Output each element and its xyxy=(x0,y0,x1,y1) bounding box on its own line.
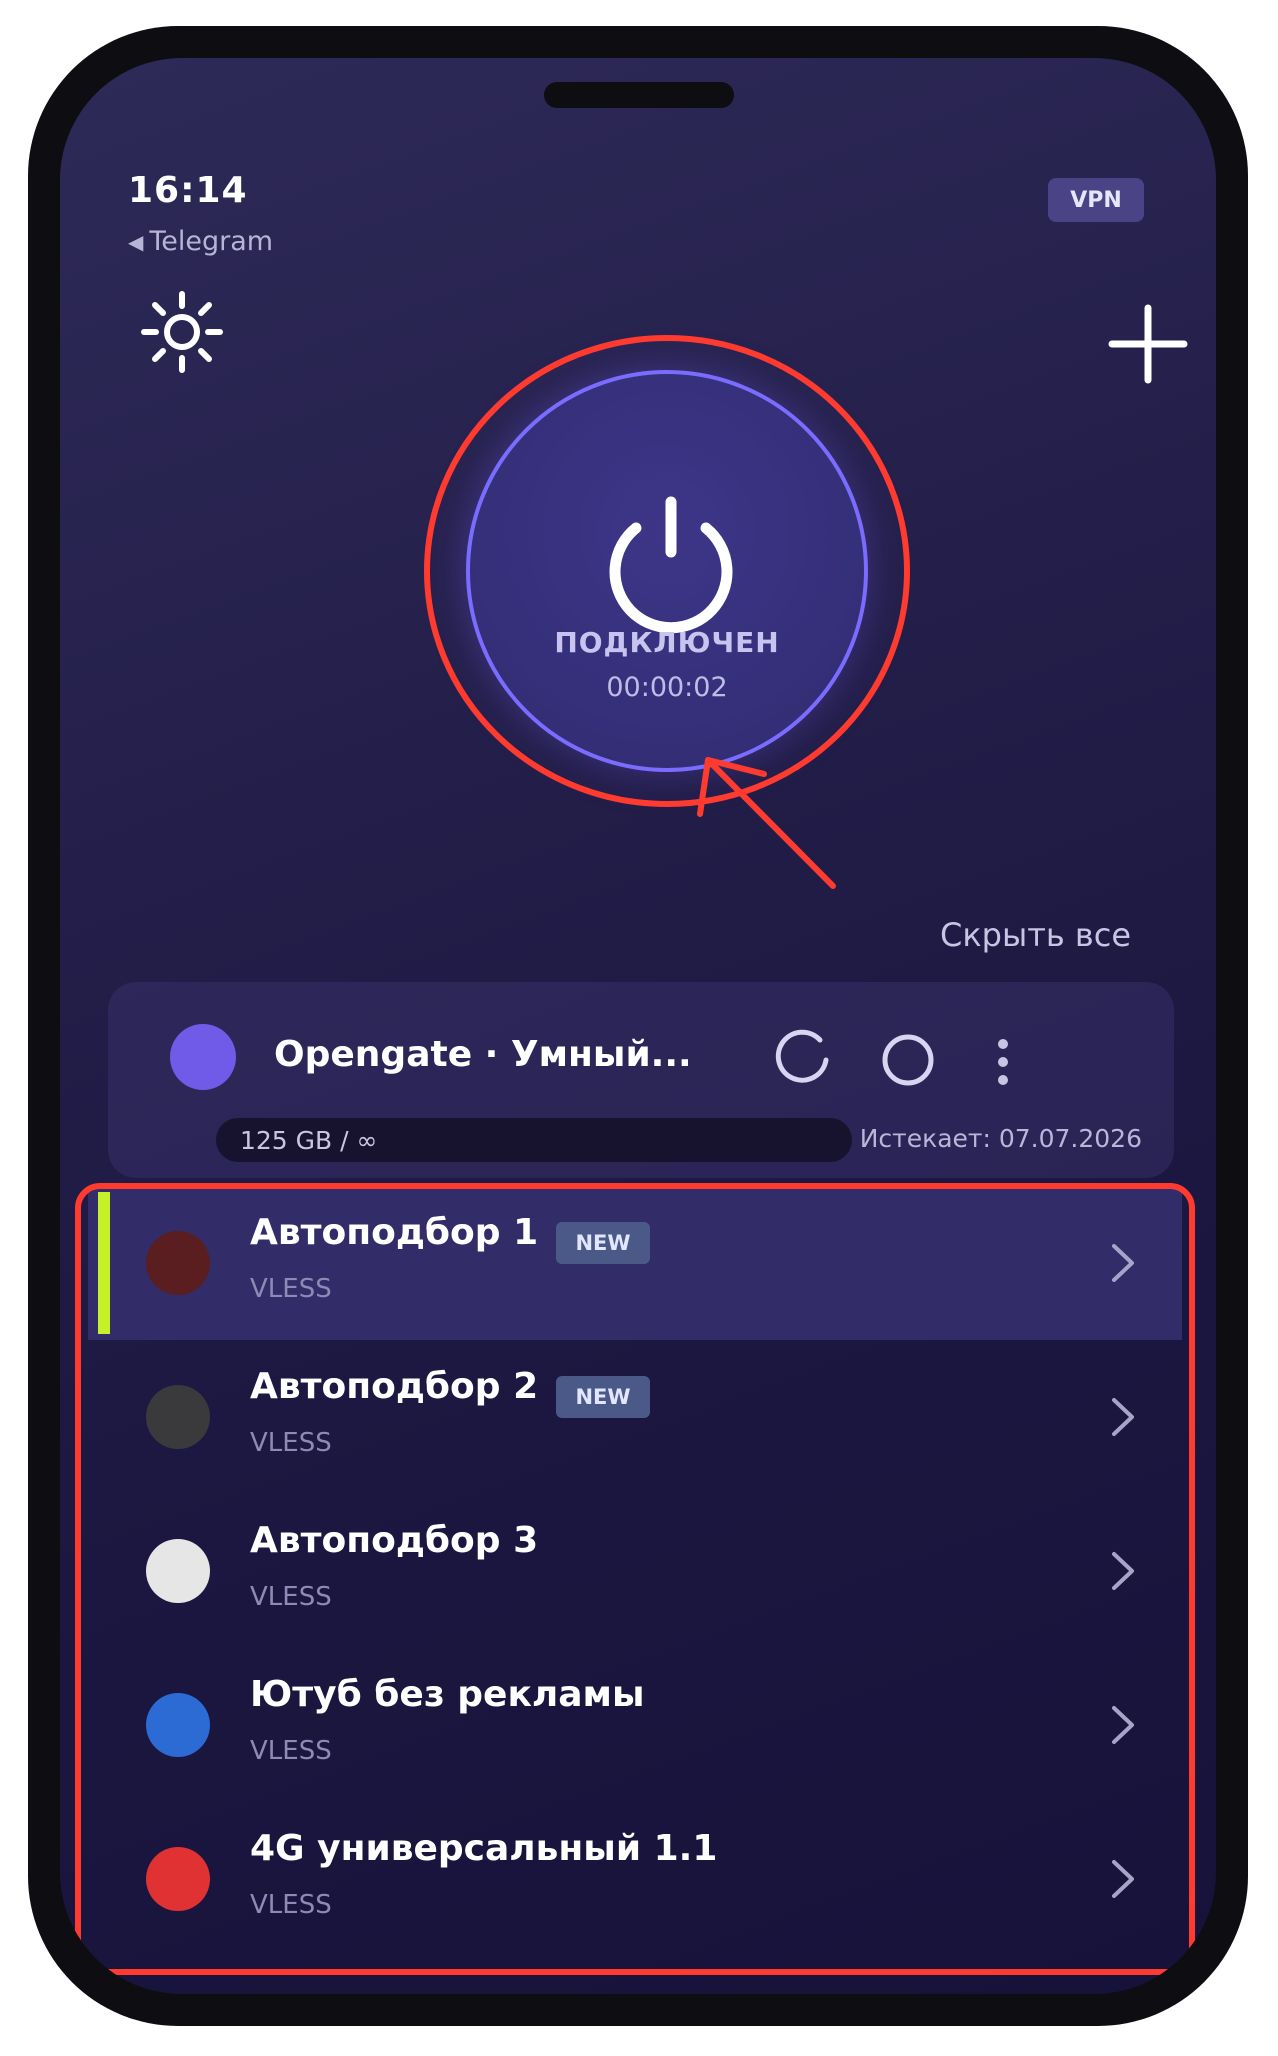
power-button[interactable]: ПОДКЛЮЧЕН 00:00:02 xyxy=(466,370,868,772)
server-dot xyxy=(146,1231,210,1295)
server-name: Ютуб без рекламы xyxy=(250,1674,645,1715)
active-indicator xyxy=(98,1192,110,1334)
server-item-1[interactable]: Автоподбор 1 VLESS NEW xyxy=(88,1186,1182,1340)
server-protocol: VLESS xyxy=(250,1582,332,1612)
server-dot xyxy=(146,1385,210,1449)
chevron-right-icon xyxy=(1112,1552,1134,1590)
app-screen: 16:14 ◀ Telegram VPN ПОДКЛЮЧЕН 00:00:02 … xyxy=(60,58,1216,1994)
phone-frame: 16:14 ◀ Telegram VPN ПОДКЛЮЧЕН 00:00:02 … xyxy=(28,26,1248,2026)
status-time: 16:14 xyxy=(128,170,248,211)
server-dot xyxy=(146,1539,210,1603)
camera-notch xyxy=(544,82,734,108)
subscription-dot xyxy=(170,1024,236,1090)
triangle-left-icon: ◀ xyxy=(128,229,144,254)
circle-icon[interactable] xyxy=(878,1030,938,1090)
refresh-icon[interactable] xyxy=(770,1026,834,1090)
server-item-4[interactable]: Ютуб без рекламы VLESS xyxy=(88,1648,1182,1802)
more-vertical-icon[interactable] xyxy=(988,1034,1018,1090)
chevron-right-icon xyxy=(1112,1706,1134,1744)
server-name: Автоподбор 3 xyxy=(250,1520,539,1561)
server-name: Автоподбор 2 xyxy=(250,1366,539,1407)
server-protocol: VLESS xyxy=(250,1428,332,1458)
back-app-label: Telegram xyxy=(149,226,274,257)
server-protocol: VLESS xyxy=(250,1890,332,1920)
server-protocol: VLESS xyxy=(250,1736,332,1766)
server-protocol: VLESS xyxy=(250,1274,332,1304)
server-dot xyxy=(146,1847,210,1911)
power-icon xyxy=(609,496,733,634)
back-to-app-link[interactable]: ◀ Telegram xyxy=(128,226,273,257)
hide-all-button[interactable]: Скрыть все xyxy=(940,916,1131,954)
connection-status: ПОДКЛЮЧЕН xyxy=(554,626,780,659)
annotation-arrow xyxy=(697,757,836,889)
plus-icon[interactable] xyxy=(1106,302,1190,386)
vpn-status-badge: VPN xyxy=(1048,178,1144,222)
server-item-5[interactable]: 4G универсальный 1.1 VLESS xyxy=(88,1802,1182,1956)
new-badge: NEW xyxy=(556,1222,650,1264)
usage-bar: 125 GB / ∞ xyxy=(216,1118,852,1162)
server-name: Автоподбор 1 xyxy=(250,1212,539,1253)
subscription-name: Opengate · Умный... xyxy=(274,1034,692,1075)
expiry-date: Истекает: 07.07.2026 xyxy=(859,1124,1142,1153)
connection-timer: 00:00:02 xyxy=(606,672,728,703)
sun-icon[interactable] xyxy=(140,290,224,374)
chevron-right-icon xyxy=(1112,1860,1134,1898)
server-name: 4G универсальный 1.1 xyxy=(250,1828,718,1869)
server-dot xyxy=(146,1693,210,1757)
chevron-right-icon xyxy=(1112,1398,1134,1436)
server-item-2[interactable]: Автоподбор 2 VLESS NEW xyxy=(88,1340,1182,1494)
server-item-3[interactable]: Автоподбор 3 VLESS xyxy=(88,1494,1182,1648)
subscription-card[interactable]: Opengate · Умный... 125 GB / ∞ Истекает:… xyxy=(108,982,1174,1178)
chevron-right-icon xyxy=(1112,1244,1134,1282)
usage-text: 125 GB / ∞ xyxy=(240,1125,378,1155)
new-badge: NEW xyxy=(556,1376,650,1418)
